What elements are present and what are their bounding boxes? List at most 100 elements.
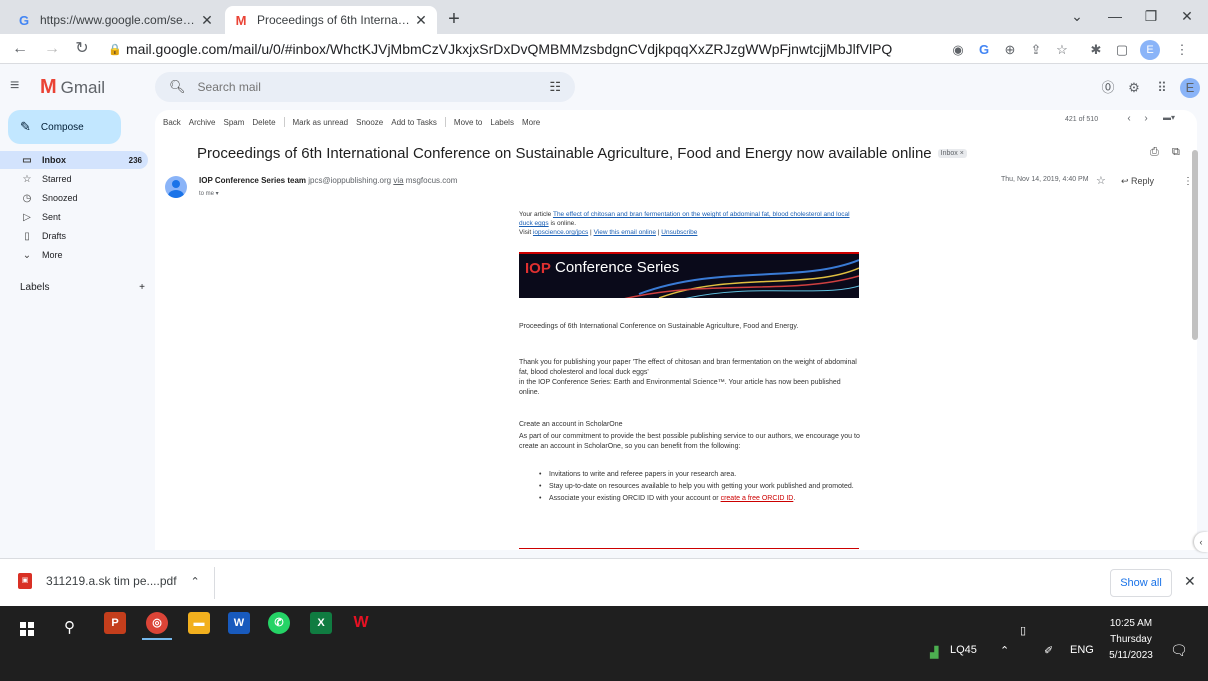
bookmark-star-icon[interactable]: ☆ (1052, 40, 1072, 60)
close-icon[interactable]: ✕ (1184, 573, 1196, 590)
download-bar: ▣ 311219.a.sk tim pe....pdf ⌃ Show all ✕ (0, 558, 1208, 606)
language-indicator[interactable]: ENG (1070, 644, 1094, 656)
mark-unread-button[interactable]: Mark as unread (293, 118, 349, 127)
archive-button[interactable]: Archive (189, 118, 216, 127)
labels-button[interactable]: Labels (490, 118, 514, 127)
taskbar-clock[interactable]: 10:25 AM Thursday 5/11/2023 (1106, 616, 1156, 664)
input-tools-icon[interactable]: ▬▾ (1159, 113, 1179, 122)
print-icon[interactable]: ⎙ (1150, 146, 1159, 159)
zoom-icon[interactable]: ⊕ (1000, 40, 1020, 60)
search-options-icon[interactable]: ☷ (549, 79, 561, 95)
delete-button[interactable]: Delete (252, 118, 275, 127)
tab-gmail[interactable]: M Proceedings of 6th International ✕ (225, 6, 437, 34)
kebab-menu-icon[interactable]: ⋮ (1172, 40, 1192, 60)
recipient-details[interactable]: to me ▾ (199, 190, 219, 197)
weather-widget[interactable]: LQ45 (950, 644, 977, 656)
add-label-icon[interactable]: + (139, 282, 145, 293)
search-icon[interactable]: 🔍︎ (169, 79, 186, 95)
minimize-button[interactable]: — (1100, 4, 1130, 28)
restore-button[interactable]: ❐ (1136, 4, 1166, 28)
account-avatar[interactable]: E (1180, 78, 1200, 98)
settings-gear-icon[interactable]: ⚙ (1124, 78, 1144, 98)
share-icon[interactable]: ⇪ (1026, 40, 1046, 60)
notifications-icon[interactable]: 🗨︎ (1170, 642, 1188, 659)
sidebar-item-sent[interactable]: ▷ Sent (0, 208, 148, 226)
word-icon[interactable]: W (228, 612, 250, 634)
chevron-up-icon[interactable]: ⌃ (191, 575, 200, 588)
side-panel-toggle-icon[interactable]: ‹ (1194, 532, 1208, 552)
google-lens-icon[interactable]: G (974, 40, 994, 60)
whatsapp-icon[interactable]: ✆ (268, 612, 290, 634)
snooze-button[interactable]: Snooze (356, 118, 383, 127)
gmail-logo[interactable]: M Gmail (40, 76, 105, 99)
back-arrow-icon[interactable]: ← (8, 37, 32, 61)
chevron-up-icon[interactable]: ⌃ (1000, 644, 1009, 657)
battery-icon[interactable]: ▯ (1020, 624, 1026, 637)
new-tab-button[interactable]: + (442, 8, 466, 32)
list-item: • Associate your existing ORCID ID with y… (539, 495, 796, 502)
gmail-sidebar: ✎ Compose ▭ Inbox 236 ☆ Starred ◷ Snooze… (0, 110, 155, 558)
gmail-m-icon: M (40, 76, 57, 98)
tab-search-chevron-icon[interactable]: ⌄ (1062, 4, 1092, 28)
eye-icon[interactable]: ◉ (948, 40, 968, 60)
reply-button[interactable]: ↩ Reply (1121, 176, 1154, 187)
via-domain: msgfocus.com (405, 176, 458, 185)
add-to-tasks-button[interactable]: Add to Tasks (391, 118, 437, 127)
extensions-icon[interactable]: ✱ (1086, 40, 1106, 60)
search-input[interactable] (197, 80, 550, 94)
view-online-link[interactable]: View this email online (594, 229, 656, 236)
pen-icon[interactable]: ✐ (1044, 644, 1053, 657)
download-item[interactable]: ▣ 311219.a.sk tim pe....pdf ⌃ (18, 573, 200, 589)
chevron-down-icon: ⌄ (22, 249, 32, 261)
sidebar-item-inbox[interactable]: ▭ Inbox 236 (0, 151, 148, 169)
newer-chevron-icon[interactable]: ‹ (1123, 113, 1135, 124)
sidebar-item-starred[interactable]: ☆ Starred (0, 170, 148, 188)
spam-button[interactable]: Spam (223, 118, 244, 127)
help-icon[interactable]: ⓪ (1098, 78, 1118, 98)
profile-avatar[interactable]: E (1140, 40, 1160, 60)
inbox-label-chip[interactable]: Inbox × (937, 148, 967, 158)
file-explorer-icon[interactable]: ▬ (188, 612, 210, 634)
show-all-button[interactable]: Show all (1110, 569, 1172, 597)
back-button[interactable]: Back (163, 118, 181, 127)
wps-office-icon[interactable]: W (350, 612, 372, 634)
forward-arrow-icon[interactable]: → (40, 37, 64, 61)
chrome-icon[interactable]: ◎ (142, 612, 172, 640)
close-window-button[interactable]: ✕ (1172, 4, 1202, 28)
sender-name[interactable]: IOP Conference Series team (199, 176, 306, 185)
windows-start-icon[interactable] (20, 622, 34, 636)
star-icon: ☆ (22, 173, 32, 185)
sidebar-item-drafts[interactable]: ▯ Drafts (0, 227, 148, 245)
sidebar-item-more[interactable]: ⌄ More (0, 246, 148, 264)
published-text: in the IOP Conference Series: Earth and … (519, 379, 841, 396)
apps-grid-icon[interactable]: ⠿ (1152, 78, 1172, 98)
close-icon[interactable]: ✕ (199, 12, 215, 29)
close-icon[interactable]: ✕ (413, 12, 429, 29)
lock-icon: 🔒 (108, 43, 122, 56)
unsubscribe-link[interactable]: Unsubscribe (661, 229, 697, 236)
scholarone-link[interactable]: create an account in ScholarOne (519, 443, 621, 450)
hamburger-menu-icon[interactable]: ≡ (10, 77, 30, 95)
powerpoint-icon[interactable]: P (104, 612, 126, 634)
thanks-prefix: Thank you for publishing your paper ' (519, 359, 634, 366)
more-button[interactable]: More (522, 118, 540, 127)
compose-button[interactable]: ✎ Compose (8, 110, 121, 144)
clock-time: 10:25 AM (1109, 618, 1153, 629)
sidebar-item-snoozed[interactable]: ◷ Snoozed (0, 189, 148, 207)
reload-icon[interactable]: ↻ (70, 37, 94, 61)
tab-google-search[interactable]: G https://www.google.com/search? ✕ (8, 6, 223, 34)
vertical-scrollbar[interactable] (1192, 150, 1198, 340)
excel-icon[interactable]: X (310, 612, 332, 634)
side-panel-icon[interactable]: ▢ (1112, 40, 1132, 60)
search-icon[interactable]: ⚲ (64, 618, 75, 636)
orcid-link[interactable]: create a free ORCID ID (721, 495, 794, 502)
iop-logo-text: IOP (525, 260, 551, 277)
iopscience-link[interactable]: iopscience.org/jpcs (533, 229, 588, 236)
via-link[interactable]: via (393, 176, 403, 185)
older-chevron-icon[interactable]: › (1140, 113, 1152, 124)
star-icon[interactable]: ☆ (1096, 174, 1106, 187)
open-in-new-window-icon[interactable]: ⧉ (1172, 146, 1180, 159)
move-to-button[interactable]: Move to (454, 118, 482, 127)
email-subject: Proceedings of 6th International Confere… (197, 144, 932, 162)
address-bar[interactable]: 🔒 mail.google.com/mail/u/0/#inbox/WhctKJ… (108, 37, 946, 61)
